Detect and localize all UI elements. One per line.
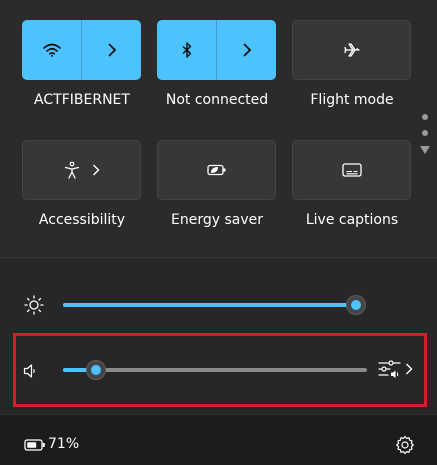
accessibility-icon (64, 161, 79, 179)
airplane-icon (343, 43, 360, 57)
speaker-icon[interactable] (23, 363, 37, 379)
battery-icon (24, 439, 45, 451)
bluetooth-tile (157, 20, 276, 80)
bluetooth-label: Not connected (165, 92, 269, 108)
flight-mode-label: Flight mode (310, 92, 394, 108)
page-dot[interactable] (422, 114, 428, 120)
volume-thumb[interactable] (86, 360, 107, 380)
volume-track[interactable] (63, 368, 367, 372)
chevron-right-icon (107, 43, 116, 57)
flight-mode-tile[interactable] (292, 20, 411, 80)
bluetooth-expand-button[interactable] (217, 20, 276, 80)
wifi-icon (42, 43, 61, 57)
bluetooth-icon (182, 42, 191, 58)
triangle-down-icon[interactable] (420, 146, 430, 154)
wifi-label: ACTFIBERNET (34, 92, 130, 108)
bluetooth-toggle-button[interactable] (157, 20, 216, 80)
volume-slider-row (0, 350, 437, 390)
audio-output-button[interactable] (378, 358, 418, 380)
accessibility-tile[interactable] (22, 140, 141, 200)
accessibility-label: Accessibility (38, 212, 126, 228)
brightness-slider-row (0, 285, 437, 325)
wifi-expand-button[interactable] (82, 20, 141, 80)
live-captions-tile[interactable] (292, 140, 411, 200)
brightness-icon (24, 295, 44, 315)
energy-saver-icon (206, 164, 225, 176)
captions-icon (341, 163, 362, 177)
wifi-tile (22, 20, 141, 80)
battery-percent: 71% (48, 436, 80, 452)
audio-mixer-icon (378, 360, 401, 378)
chevron-right-icon (406, 363, 413, 375)
chevron-right-icon (92, 164, 99, 176)
gear-icon[interactable] (395, 435, 415, 455)
page-indicator[interactable] (419, 110, 431, 160)
page-dot[interactable] (422, 130, 428, 136)
sliders-panel (0, 257, 437, 415)
chevron-right-icon (242, 43, 251, 57)
wifi-toggle-button[interactable] (22, 20, 81, 80)
energy-saver-tile[interactable] (157, 140, 276, 200)
brightness-thumb[interactable] (346, 295, 366, 315)
brightness-fill (63, 303, 356, 307)
energy-saver-label: Energy saver (171, 212, 263, 228)
live-captions-label: Live captions (305, 212, 399, 228)
